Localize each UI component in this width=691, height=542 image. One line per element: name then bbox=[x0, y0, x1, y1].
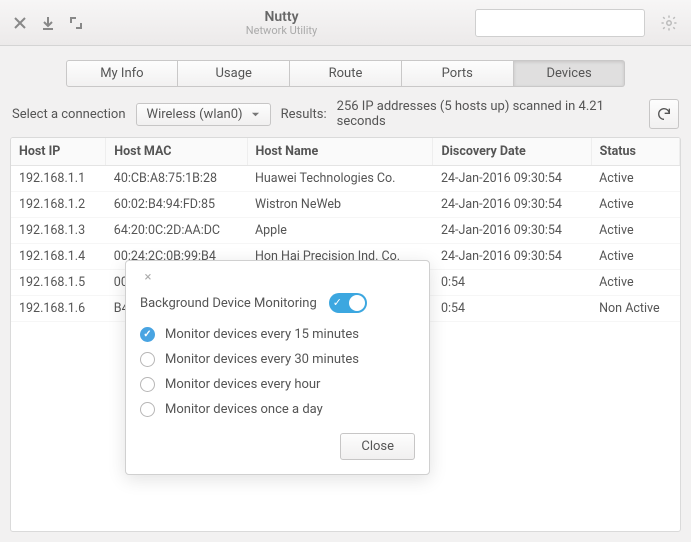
monitoring-toggle[interactable]: ✓ bbox=[329, 293, 367, 313]
download-icon[interactable] bbox=[36, 11, 60, 35]
monitor-option[interactable]: Monitor devices every 15 minutes bbox=[140, 327, 415, 342]
tab-bar: My InfoUsageRoutePortsDevices bbox=[66, 60, 626, 87]
monitoring-title: Background Device Monitoring bbox=[140, 296, 317, 311]
tab-ports[interactable]: Ports bbox=[402, 60, 514, 87]
table-row[interactable]: 192.168.1.140:CB:A8:75:1B:28Huawei Techn… bbox=[11, 166, 680, 192]
monitor-option[interactable]: Monitor devices every hour bbox=[140, 377, 415, 392]
table-cell: Apple bbox=[247, 218, 433, 244]
chevron-down-icon bbox=[251, 110, 260, 119]
window-title: Nutty bbox=[92, 9, 471, 25]
table-cell: 192.168.1.5 bbox=[11, 270, 106, 296]
table-cell: Active bbox=[591, 166, 679, 192]
close-window-icon[interactable] bbox=[8, 11, 32, 35]
radio-label: Monitor devices every hour bbox=[165, 377, 320, 392]
radio-icon bbox=[140, 402, 155, 417]
table-cell: Active bbox=[591, 218, 679, 244]
table-cell: 192.168.1.1 bbox=[11, 166, 106, 192]
table-cell: Wistron NeWeb bbox=[247, 192, 433, 218]
table-cell: 0:54 bbox=[433, 296, 591, 322]
table-cell: Huawei Technologies Co. bbox=[247, 166, 433, 192]
titlebar: Nutty Network Utility bbox=[0, 0, 691, 46]
table-cell: Non Active bbox=[591, 296, 679, 322]
column-header[interactable]: Discovery Date bbox=[433, 138, 591, 166]
table-cell: 24-Jan-2016 09:30:54 bbox=[433, 192, 591, 218]
table-cell: Active bbox=[591, 270, 679, 296]
table-cell: 60:02:B4:94:FD:85 bbox=[106, 192, 247, 218]
window-title-block: Nutty Network Utility bbox=[92, 9, 471, 37]
radio-icon bbox=[140, 327, 155, 342]
column-header[interactable]: Host IP bbox=[11, 138, 106, 166]
tab-usage[interactable]: Usage bbox=[178, 60, 290, 87]
table-cell: 0:54 bbox=[433, 270, 591, 296]
expand-icon[interactable] bbox=[64, 11, 88, 35]
results-text: 256 IP addresses (5 hosts up) scanned in… bbox=[337, 99, 639, 129]
monitor-option[interactable]: Monitor devices every 30 minutes bbox=[140, 352, 415, 367]
popover-close-icon[interactable]: × bbox=[140, 269, 156, 285]
column-header[interactable]: Host Name bbox=[247, 138, 433, 166]
tab-route[interactable]: Route bbox=[290, 60, 402, 87]
results-label: Results: bbox=[281, 107, 327, 122]
radio-icon bbox=[140, 377, 155, 392]
toolbar: Select a connection Wireless (wlan0) Res… bbox=[0, 99, 691, 137]
refresh-icon bbox=[656, 106, 672, 122]
column-header[interactable]: Status bbox=[591, 138, 679, 166]
table-header-row: Host IPHost MACHost NameDiscovery DateSt… bbox=[11, 138, 680, 166]
settings-icon[interactable] bbox=[655, 9, 683, 37]
table-row[interactable]: 192.168.1.260:02:B4:94:FD:85Wistron NeWe… bbox=[11, 192, 680, 218]
monitor-option[interactable]: Monitor devices once a day bbox=[140, 402, 415, 417]
radio-label: Monitor devices every 15 minutes bbox=[165, 327, 359, 342]
table-cell: Active bbox=[591, 244, 679, 270]
table-cell: 24-Jan-2016 09:30:54 bbox=[433, 166, 591, 192]
tab-my-info[interactable]: My Info bbox=[66, 60, 179, 87]
table-row[interactable]: 192.168.1.364:20:0C:2D:AA:DCApple24-Jan-… bbox=[11, 218, 680, 244]
table-cell: 192.168.1.2 bbox=[11, 192, 106, 218]
radio-icon bbox=[140, 352, 155, 367]
window-subtitle: Network Utility bbox=[92, 24, 471, 37]
close-button[interactable]: Close bbox=[340, 433, 415, 460]
monitoring-popover: × Background Device Monitoring ✓ Monitor… bbox=[125, 260, 430, 475]
table-cell: 24-Jan-2016 09:30:54 bbox=[433, 244, 591, 270]
table-cell: 24-Jan-2016 09:30:54 bbox=[433, 218, 591, 244]
table-cell: 192.168.1.4 bbox=[11, 244, 106, 270]
table-cell: Active bbox=[591, 192, 679, 218]
table-cell: 64:20:0C:2D:AA:DC bbox=[106, 218, 247, 244]
refresh-button[interactable] bbox=[649, 99, 679, 129]
radio-label: Monitor devices every 30 minutes bbox=[165, 352, 359, 367]
connection-dropdown[interactable]: Wireless (wlan0) bbox=[136, 103, 271, 126]
table-cell: 40:CB:A8:75:1B:28 bbox=[106, 166, 247, 192]
table-cell: 192.168.1.6 bbox=[11, 296, 106, 322]
search-input[interactable] bbox=[486, 16, 641, 30]
column-header[interactable]: Host MAC bbox=[106, 138, 247, 166]
monitoring-options: Monitor devices every 15 minutes Monitor … bbox=[140, 327, 415, 417]
search-input-wrapper[interactable] bbox=[475, 9, 645, 37]
radio-label: Monitor devices once a day bbox=[165, 402, 323, 417]
table-cell: 192.168.1.3 bbox=[11, 218, 106, 244]
connection-value: Wireless (wlan0) bbox=[147, 107, 243, 122]
connection-label: Select a connection bbox=[12, 107, 126, 122]
tab-devices[interactable]: Devices bbox=[514, 60, 626, 87]
